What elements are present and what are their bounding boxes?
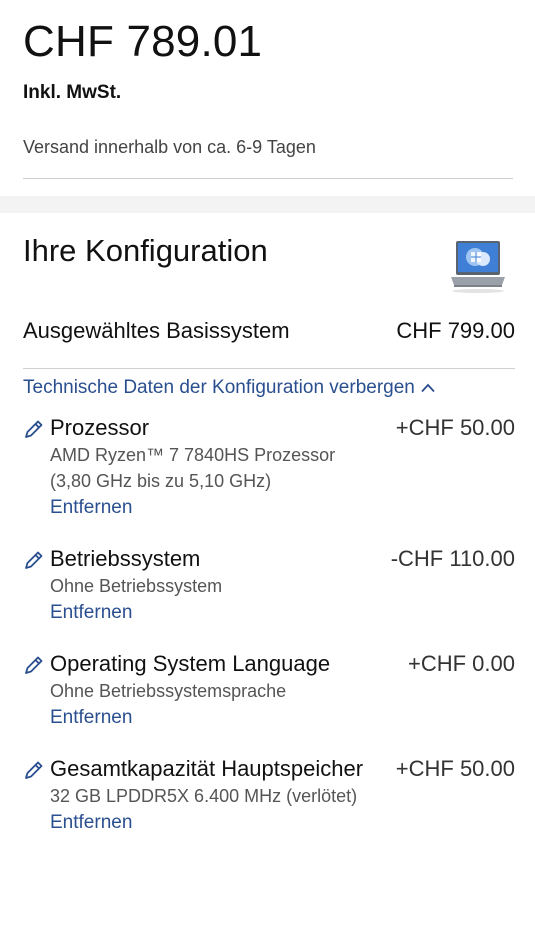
config-item-head: Prozessor +CHF 50.00	[50, 413, 515, 442]
config-item-name: Prozessor	[50, 415, 150, 440]
config-item-body: Prozessor +CHF 50.00 AMD Ryzen™ 7 7840HS…	[50, 413, 515, 522]
config-item-head: Operating System Language +CHF 0.00	[50, 649, 515, 678]
divider	[23, 368, 515, 369]
config-item-head: Betriebssystem -CHF 110.00	[50, 544, 515, 573]
laptop-image	[451, 241, 505, 293]
remove-link[interactable]: Entfernen	[50, 494, 515, 522]
total-price: CHF 789.01	[23, 17, 263, 66]
remove-link[interactable]: Entfernen	[50, 809, 515, 837]
config-item-operating-system: Betriebssystem -CHF 110.00 Ohne Betriebs…	[23, 544, 515, 627]
config-item-description: AMD Ryzen™ 7 7840HS Prozessor (3,80 GHz …	[50, 445, 336, 491]
toggle-specs-label: Technische Daten der Konfiguration verbe…	[23, 377, 415, 398]
base-system-price: CHF 799.00	[396, 318, 515, 343]
config-item-processor: Prozessor +CHF 50.00 AMD Ryzen™ 7 7840HS…	[23, 413, 515, 522]
pencil-icon[interactable]	[23, 549, 45, 571]
config-item-description: 32 GB LPDDR5X 6.400 MHz (verlötet)	[50, 786, 358, 806]
section-separator-band	[0, 196, 535, 213]
remove-link[interactable]: Entfernen	[50, 704, 515, 732]
config-item-body: Betriebssystem -CHF 110.00 Ohne Betriebs…	[50, 544, 515, 627]
config-item-description: Ohne Betriebssystem	[50, 576, 223, 596]
configuration-header: Ihre Konfiguration	[23, 233, 515, 295]
config-item-body: Gesamtkapazität Hauptspeicher +CHF 50.00…	[50, 754, 515, 837]
config-item-memory: Gesamtkapazität Hauptspeicher +CHF 50.00…	[23, 754, 515, 837]
config-item-price: +CHF 50.00	[395, 415, 515, 440]
base-system-row: Ausgewähltes Basissystem CHF 799.00	[23, 318, 515, 344]
config-item-price: -CHF 110.00	[390, 546, 515, 571]
config-item-price: +CHF 0.00	[408, 651, 515, 676]
remove-link[interactable]: Entfernen	[50, 599, 515, 627]
shipping-info: Versand innerhalb von ca. 6-9 Tagen	[23, 137, 316, 157]
config-item-price: +CHF 50.00	[395, 756, 515, 781]
config-item-description: Ohne Betriebssystemsprache	[50, 681, 287, 701]
config-item-os-language: Operating System Language +CHF 0.00 Ohne…	[23, 649, 515, 732]
configuration-section: Ihre Konfiguration Ausgewähltes Basissys…	[0, 213, 535, 837]
configuration-items: Prozessor +CHF 50.00 AMD Ryzen™ 7 7840HS…	[23, 413, 515, 837]
config-item-head: Gesamtkapazität Hauptspeicher +CHF 50.00	[50, 754, 515, 783]
vat-note: Inkl. MwSt.	[23, 82, 122, 103]
chevron-up-icon	[421, 383, 435, 393]
configuration-title: Ihre Konfiguration	[23, 233, 268, 268]
divider	[23, 178, 513, 179]
config-item-name: Gesamtkapazität Hauptspeicher	[50, 756, 364, 781]
config-item-body: Operating System Language +CHF 0.00 Ohne…	[50, 649, 515, 732]
config-item-name: Operating System Language	[50, 651, 331, 676]
price-section: CHF 789.01 Inkl. MwSt. Versand innerhalb…	[0, 0, 535, 158]
config-item-name: Betriebssystem	[50, 546, 201, 571]
base-system-label: Ausgewähltes Basissystem	[23, 318, 290, 343]
pencil-icon[interactable]	[23, 654, 45, 676]
toggle-specs-link[interactable]: Technische Daten der Konfiguration verbe…	[23, 377, 515, 399]
pencil-icon[interactable]	[23, 418, 45, 440]
pencil-icon[interactable]	[23, 759, 45, 781]
